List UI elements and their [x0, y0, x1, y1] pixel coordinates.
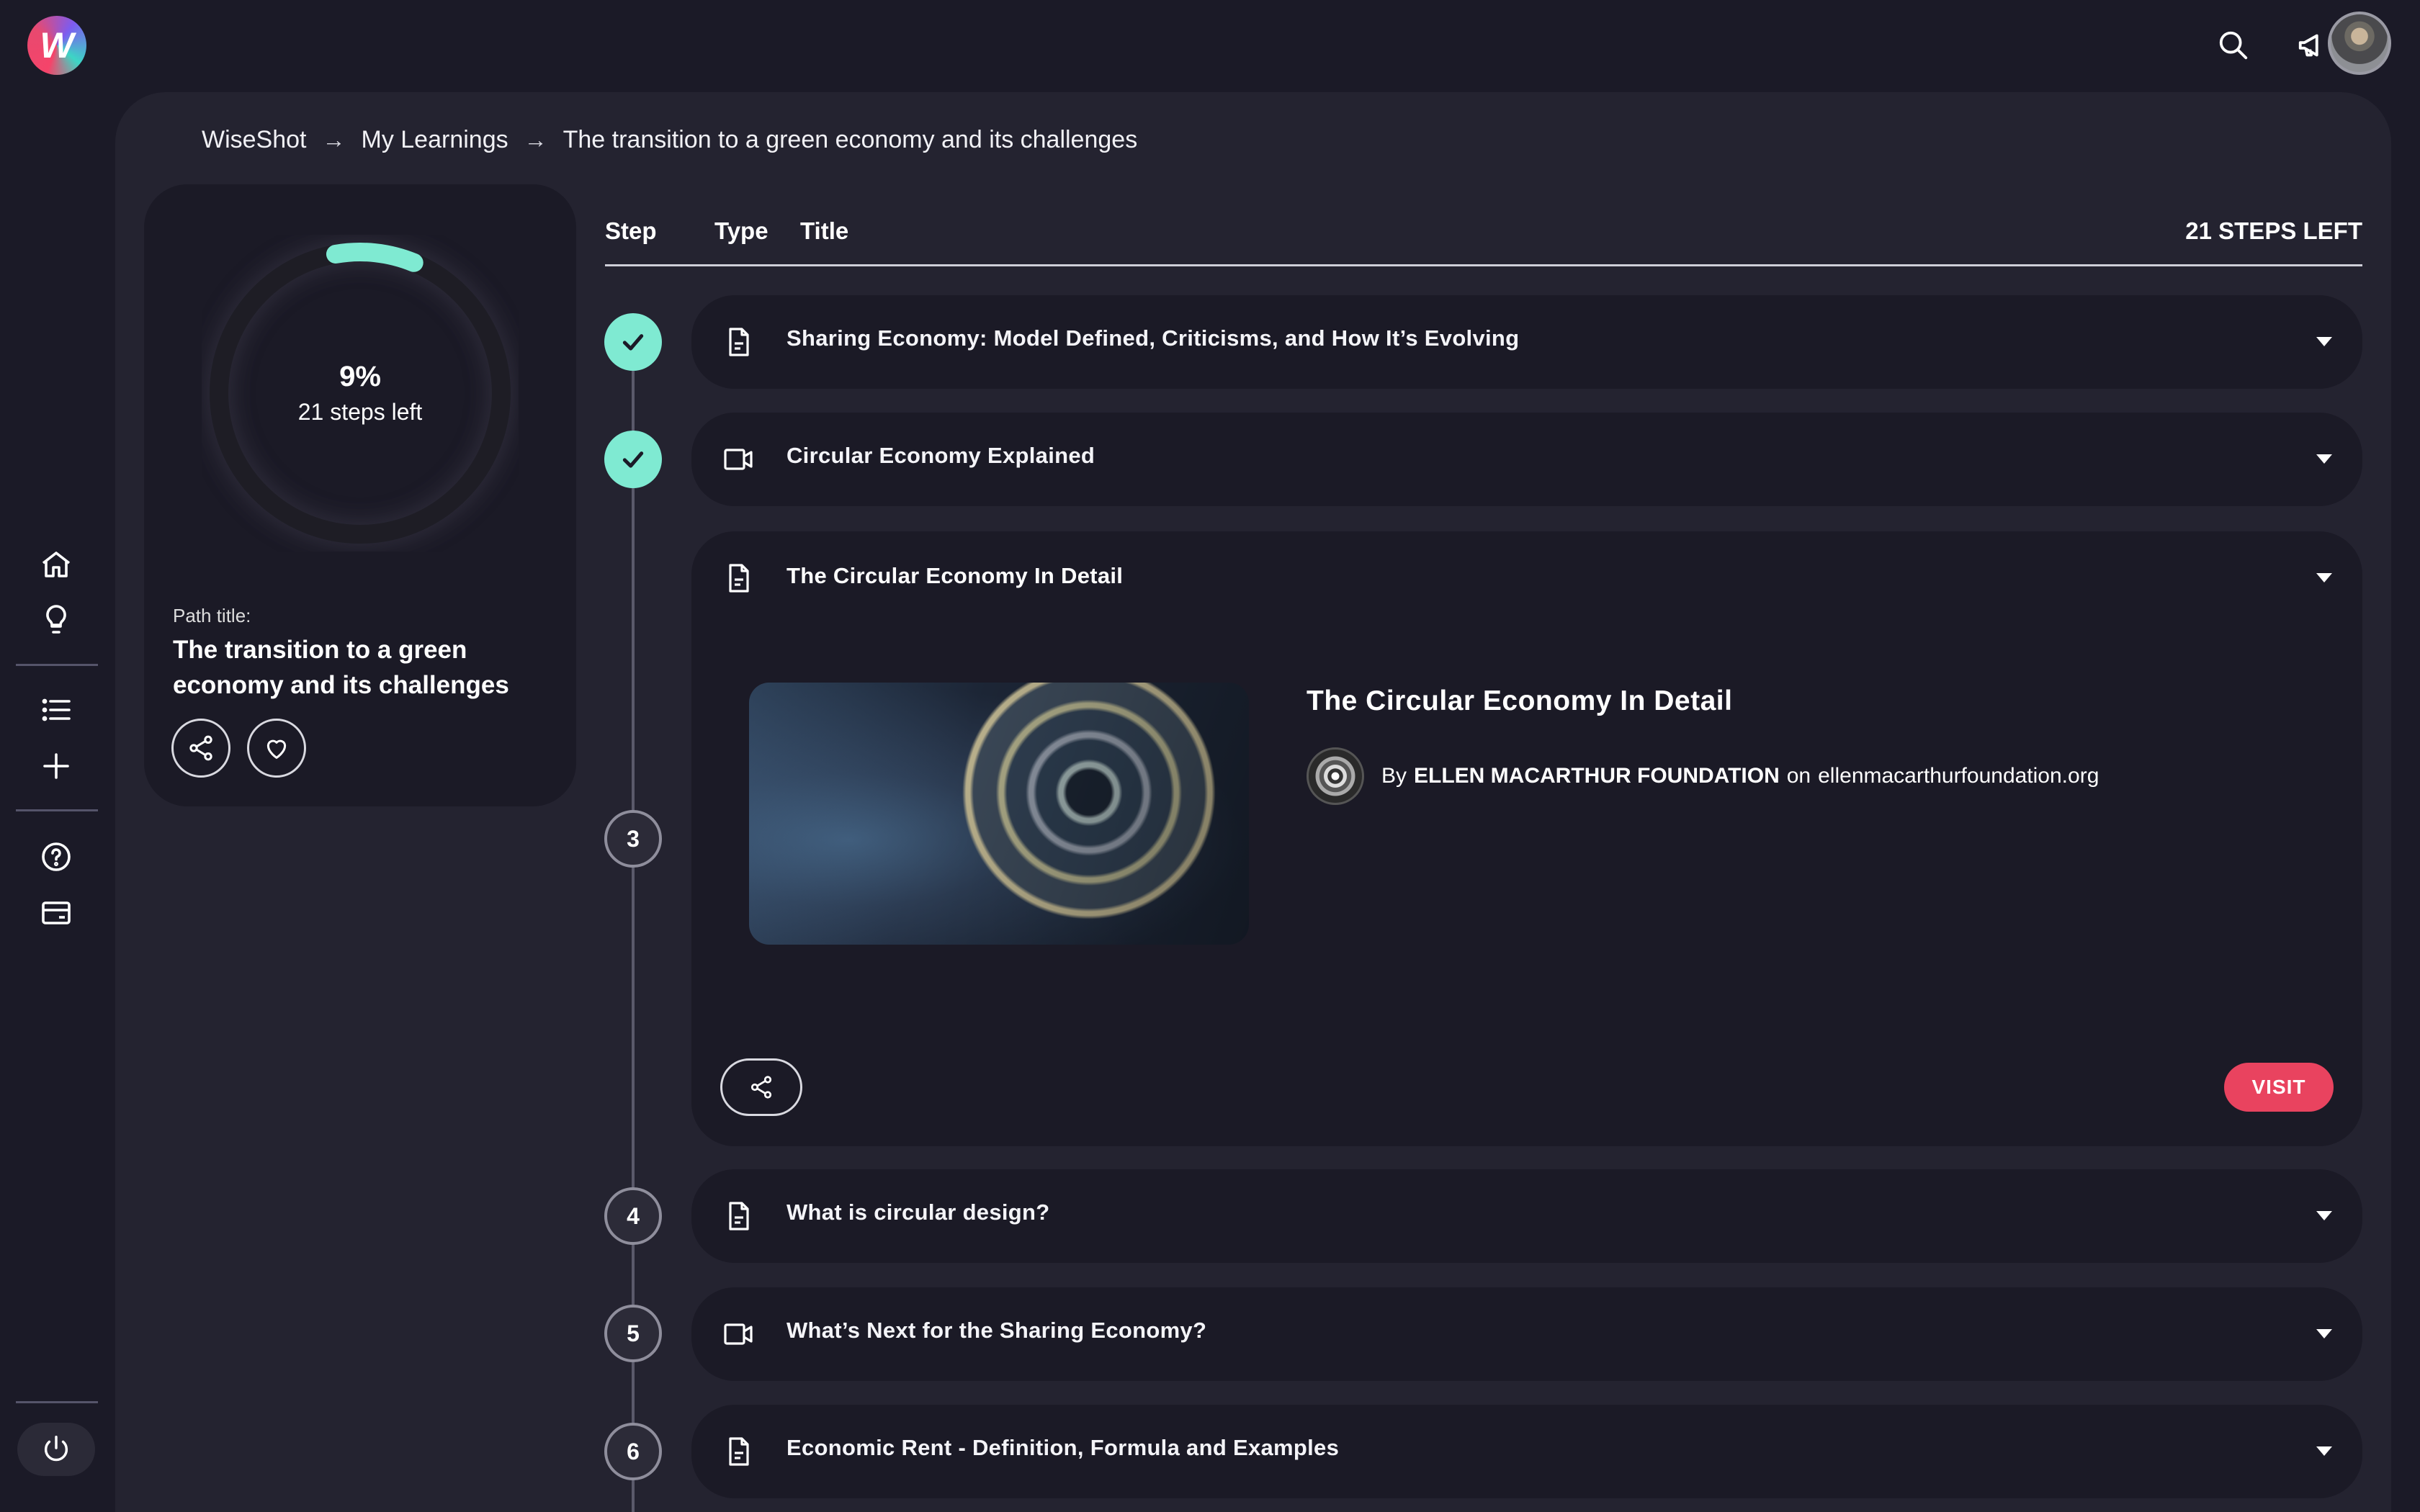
step-done-marker	[604, 431, 662, 488]
chevron-down-icon[interactable]	[2316, 1329, 2332, 1338]
source-by: By	[1381, 764, 1407, 788]
app-logo[interactable]: W	[27, 16, 86, 75]
step-title: What is circular design?	[786, 1200, 1050, 1225]
avatar[interactable]	[2328, 12, 2391, 75]
source-domain: ellenmacarthurfoundation.org	[1818, 764, 2099, 788]
path-title: The transition to a green economy and it…	[173, 636, 509, 699]
document-icon	[729, 564, 749, 593]
source-author: ELLEN MACARTHUR FOUNDATION	[1414, 764, 1780, 788]
step-number-marker: 6	[604, 1423, 662, 1480]
arrow-right-icon: →	[524, 126, 547, 153]
header-type: Type	[714, 217, 768, 244]
step-title: Circular Economy Explained	[786, 443, 1095, 468]
document-icon	[729, 1202, 749, 1230]
source-on: on	[1786, 764, 1811, 788]
step-row-expanded: The Circular Economy In Detail The Circu…	[691, 531, 2362, 1146]
card-icon[interactable]	[39, 896, 73, 930]
resource-thumbnail[interactable]	[749, 683, 1249, 945]
step-number-marker: 3	[604, 810, 662, 868]
source-logo	[1307, 747, 1364, 805]
step-row[interactable]: Circular Economy Explained	[691, 413, 2362, 506]
nav-divider	[16, 809, 98, 811]
step-done-marker	[604, 313, 662, 371]
step-row[interactable]: Economic Rent - Definition, Formula and …	[691, 1405, 2362, 1498]
progress-percent: 9%	[339, 361, 381, 392]
share-icon	[189, 735, 212, 761]
megaphone-icon[interactable]	[2296, 29, 2329, 62]
video-icon	[724, 1323, 753, 1345]
step-row[interactable]: What is circular design?	[691, 1169, 2362, 1263]
chevron-down-icon[interactable]	[2316, 1446, 2332, 1456]
resource-title: The Circular Economy In Detail	[1307, 685, 1733, 716]
chevron-down-icon[interactable]	[2316, 337, 2332, 346]
chevron-down-icon[interactable]	[2316, 454, 2332, 464]
step-title[interactable]: The Circular Economy In Detail	[786, 563, 1123, 589]
steps-list-header: Step Type Title 21 STEPS LEFT	[605, 215, 2362, 266]
step-row[interactable]: Sharing Economy: Model Defined, Criticis…	[691, 295, 2362, 389]
steps-left-count: 21 STEPS LEFT	[2185, 217, 2362, 244]
share-resource-button[interactable]	[720, 1058, 802, 1116]
step-title: What’s Next for the Sharing Economy?	[786, 1318, 1207, 1343]
check-icon	[622, 451, 644, 468]
search-icon[interactable]	[2217, 29, 2250, 62]
step-number-marker: 5	[604, 1305, 662, 1362]
video-icon	[724, 449, 753, 470]
lightbulb-icon[interactable]	[39, 602, 73, 636]
header-step: Step	[605, 217, 657, 244]
progress-readout: 9% 21 steps left	[202, 235, 519, 552]
header-title: Title	[800, 217, 849, 244]
arrow-right-icon: →	[322, 126, 346, 153]
step-title: Sharing Economy: Model Defined, Criticis…	[786, 325, 1520, 351]
progress-card: 9% 21 steps left Path title: The transit…	[144, 184, 576, 806]
document-icon	[729, 1437, 749, 1466]
step-row[interactable]: What’s Next for the Sharing Economy?	[691, 1287, 2362, 1381]
breadcrumb-item[interactable]: My Learnings	[362, 126, 508, 154]
share-icon	[750, 1076, 772, 1099]
heart-icon	[266, 739, 287, 759]
home-icon[interactable]	[39, 547, 73, 582]
logo-letter: W	[40, 25, 74, 66]
help-icon[interactable]	[39, 840, 73, 874]
breadcrumb: WiseShot → My Learnings → The transition…	[202, 124, 1137, 156]
power-icon	[44, 1436, 68, 1462]
check-icon	[622, 334, 644, 351]
visit-button[interactable]: VISIT	[2224, 1063, 2334, 1112]
favorite-button[interactable]	[247, 719, 306, 778]
chevron-down-icon[interactable]	[2316, 573, 2332, 582]
breadcrumb-item: The transition to a green economy and it…	[563, 125, 1138, 153]
nav-divider	[16, 664, 98, 666]
chevron-down-icon[interactable]	[2316, 1211, 2332, 1220]
power-button[interactable]	[17, 1423, 95, 1476]
share-path-button[interactable]	[171, 719, 230, 778]
resource-source: By ELLEN MACARTHUR FOUNDATION on ellenma…	[1307, 747, 2099, 805]
breadcrumb-item[interactable]: WiseShot	[202, 126, 307, 154]
step-number-marker: 4	[604, 1187, 662, 1245]
path-title-label: Path title:	[173, 605, 251, 626]
step-title: Economic Rent - Definition, Formula and …	[786, 1435, 1340, 1460]
plus-icon[interactable]	[39, 749, 73, 783]
list-icon[interactable]	[39, 693, 73, 727]
nav-divider	[16, 1401, 98, 1403]
document-icon	[729, 328, 749, 356]
steps-left-text: 21 steps left	[297, 399, 423, 425]
